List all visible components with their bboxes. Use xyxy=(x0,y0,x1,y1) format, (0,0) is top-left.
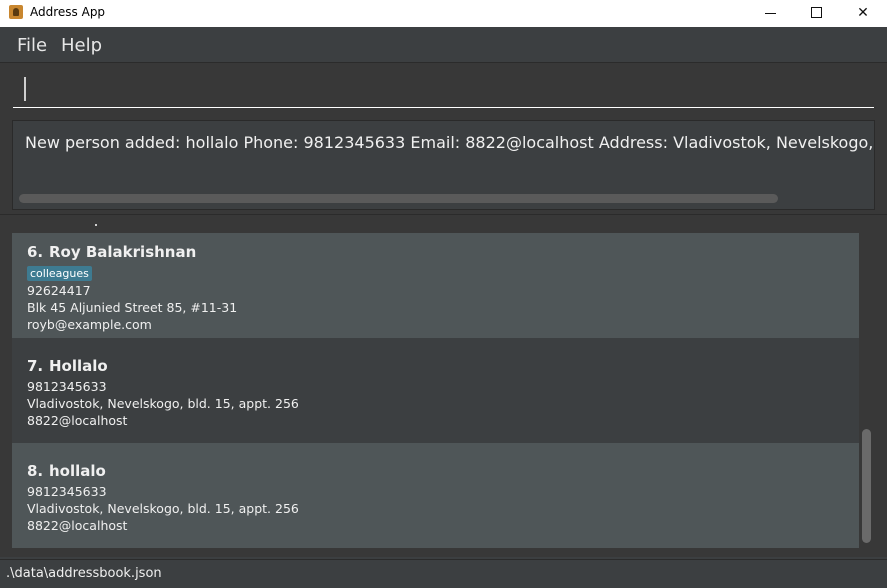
person-email: 8822@localhost xyxy=(27,413,128,428)
person-list[interactable]: 6. Roy Balakrishnan colleagues 92624417 … xyxy=(0,215,887,557)
person-email: royb@example.com xyxy=(27,317,152,332)
text-caret xyxy=(24,77,26,101)
person-address: Vladivostok, Nevelskogo, bld. 15, appt. … xyxy=(27,501,299,516)
minimize-icon xyxy=(765,13,776,14)
save-location: .\data\addressbook.json xyxy=(6,566,162,581)
person-card[interactable]: 8. hollalo 9812345633 Vladivostok, Nevel… xyxy=(12,443,859,548)
menu-bar: File Help xyxy=(0,27,887,63)
address-book-icon xyxy=(9,5,23,19)
person-index: 8. xyxy=(27,462,44,480)
person-index: 6. xyxy=(27,243,44,261)
minimize-button[interactable] xyxy=(748,0,794,27)
person-card[interactable]: 6. Roy Balakrishnan colleagues 92624417 … xyxy=(12,233,859,338)
command-input[interactable] xyxy=(13,73,874,108)
person-name: Roy Balakrishnan xyxy=(49,243,197,261)
window-title: Address App xyxy=(30,5,106,19)
person-phone: 9812345633 xyxy=(27,379,107,394)
horizontal-scrollbar[interactable] xyxy=(19,194,778,203)
close-button[interactable]: ✕ xyxy=(840,0,886,27)
person-name: Hollalo xyxy=(49,357,108,375)
person-card[interactable]: 7. Hollalo 9812345633 Vladivostok, Nevel… xyxy=(12,338,859,443)
person-phone: 9812345633 xyxy=(27,484,107,499)
menu-file[interactable]: File xyxy=(17,35,47,56)
person-address: Blk 45 Aljunied Street 85, #11-31 xyxy=(27,300,238,315)
person-email: 8822@localhost xyxy=(27,518,128,533)
list-dot xyxy=(95,224,97,226)
scrollbar-thumb[interactable] xyxy=(862,429,871,543)
person-name: hollalo xyxy=(49,462,106,480)
maximize-icon xyxy=(811,7,822,18)
result-text: New person added: hollalo Phone: 9812345… xyxy=(25,133,874,152)
person-phone: 92624417 xyxy=(27,283,91,298)
person-address: Vladivostok, Nevelskogo, bld. 15, appt. … xyxy=(27,396,299,411)
close-icon: ✕ xyxy=(857,5,869,21)
title-bar: Address App ✕ xyxy=(0,0,887,27)
status-bar: .\data\addressbook.json xyxy=(0,559,887,588)
result-display[interactable]: New person added: hollalo Phone: 9812345… xyxy=(12,120,875,210)
person-index: 7. xyxy=(27,357,44,375)
vertical-scrollbar[interactable] xyxy=(862,215,872,557)
maximize-button[interactable] xyxy=(794,0,840,27)
tag-badge: colleagues xyxy=(27,266,92,281)
result-display-area: New person added: hollalo Phone: 9812345… xyxy=(0,113,887,215)
command-box-area xyxy=(0,63,887,113)
menu-help[interactable]: Help xyxy=(61,35,102,56)
